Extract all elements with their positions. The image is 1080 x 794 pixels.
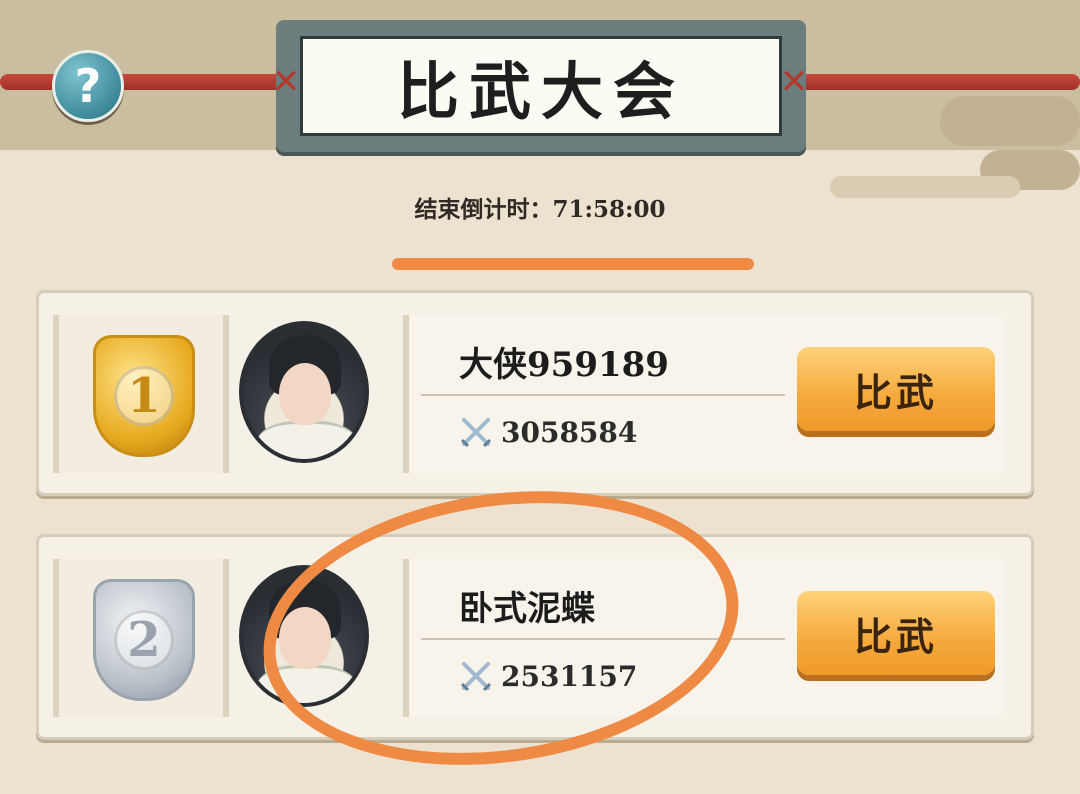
title-frame: 比武大会 xyxy=(300,36,782,136)
question-icon: ? xyxy=(74,59,102,113)
player-info: 大侠959189 3058584 比武 xyxy=(403,315,1003,473)
crossed-swords-icon xyxy=(460,418,492,448)
title-plaque: 比武大会 xyxy=(276,20,806,152)
rank-box: 2 xyxy=(53,559,229,717)
rope-knot-icon: ✕ xyxy=(779,62,809,102)
rope-knot-icon: ✕ xyxy=(271,62,301,102)
power-row: 3058584 xyxy=(459,415,637,449)
divider xyxy=(421,394,785,396)
countdown-timer: 结束倒计时：71:58:00 xyxy=(0,190,1080,224)
avatar-face xyxy=(279,363,331,425)
silver-medal-icon: 2 xyxy=(93,579,195,701)
avatar[interactable] xyxy=(239,321,369,463)
cloud-decoration xyxy=(940,96,1080,146)
page-title: 比武大会 xyxy=(396,55,685,128)
avatar-robe xyxy=(257,421,357,459)
player-name: 大侠959189 xyxy=(459,345,669,385)
rank-box: 1 xyxy=(53,315,229,473)
duel-button[interactable]: 比武 xyxy=(797,591,995,675)
countdown-label: 结束倒计时： xyxy=(414,196,553,223)
help-button[interactable]: ? xyxy=(52,50,124,122)
countdown-value: 71:58:00 xyxy=(552,196,666,223)
rank-number: 1 xyxy=(114,366,174,426)
rank-number: 2 xyxy=(114,610,174,670)
duel-button[interactable]: 比武 xyxy=(797,347,995,431)
orange-circle-annotation xyxy=(245,462,757,794)
player-card: 1 大侠959189 3058584 比武 xyxy=(36,290,1034,496)
power-value: 3058584 xyxy=(501,415,638,449)
gold-medal-icon: 1 xyxy=(93,335,195,457)
orange-underline-annotation xyxy=(392,258,754,270)
